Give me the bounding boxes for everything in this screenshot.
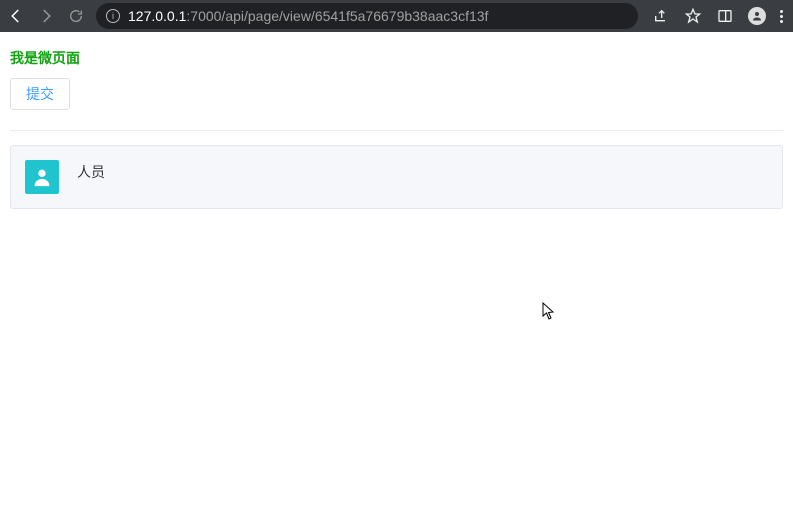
cursor-icon [542,302,556,323]
address-bar[interactable]: i 127.0.0.1:7000/api/page/view/6541f5a76… [96,3,638,29]
toolbar-right [648,7,787,25]
page-content: 我是微页面 提交 人员 [0,32,793,219]
browser-toolbar: i 127.0.0.1:7000/api/page/view/6541f5a76… [0,0,793,32]
page-title: 我是微页面 [10,48,783,68]
forward-button[interactable] [36,6,56,26]
divider [10,130,783,131]
site-info-icon[interactable]: i [106,9,120,23]
person-icon [25,160,59,194]
panel-icon[interactable] [716,7,734,25]
star-icon[interactable] [684,7,702,25]
share-icon[interactable] [652,7,670,25]
person-card-label: 人员 [77,160,105,182]
profile-avatar-icon[interactable] [748,7,766,25]
back-button[interactable] [6,6,26,26]
url-path: :7000/api/page/view/6541f5a76679b38aac3c… [186,8,488,24]
person-card[interactable]: 人员 [10,145,783,209]
url-text: 127.0.0.1:7000/api/page/view/6541f5a7667… [128,8,628,24]
submit-button[interactable]: 提交 [10,78,70,110]
reload-button[interactable] [66,6,86,26]
url-host: 127.0.0.1 [128,8,186,24]
kebab-menu-icon[interactable] [780,10,783,23]
